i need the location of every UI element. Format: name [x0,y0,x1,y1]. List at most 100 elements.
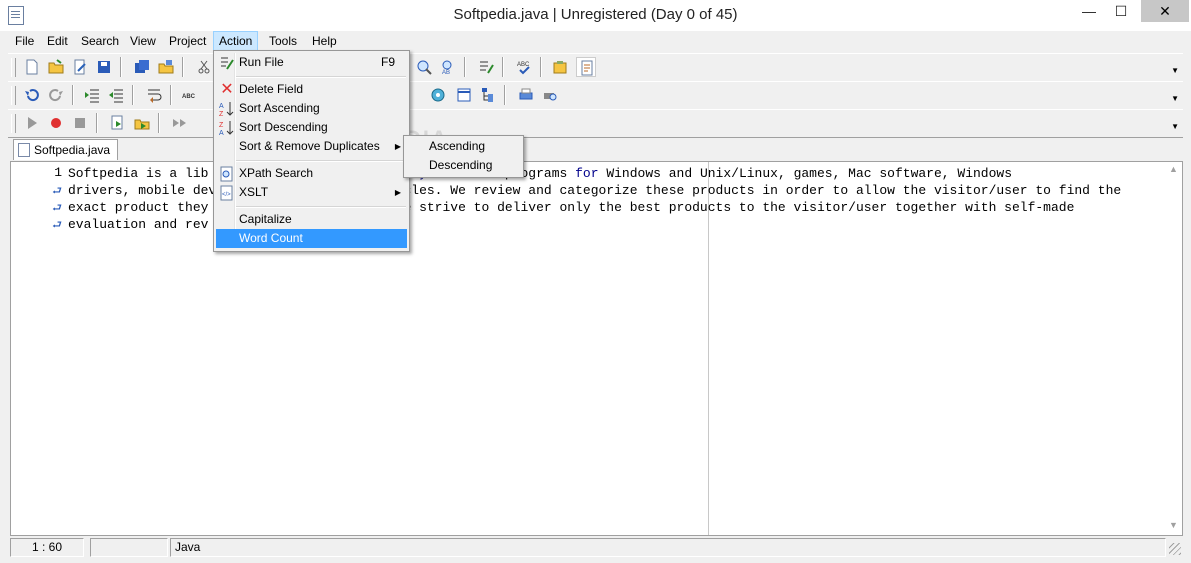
status-bar: 1 : 60 Java [8,537,1183,557]
toolbar-separator [72,85,74,105]
menu-help[interactable]: Help [307,32,342,50]
find-replace-icon[interactable]: AB [438,57,458,77]
line-gutter: 1 ⮐ ⮐ ⮐ [11,162,66,535]
vertical-scrollbar[interactable]: ▲ ▼ [1165,162,1182,535]
code-editor[interactable]: 1 ⮐ ⮐ ⮐ Softpedia is a lib -try software… [10,161,1183,536]
scroll-down-icon[interactable]: ▼ [1169,520,1178,530]
print-icon[interactable] [516,85,536,105]
unindent-icon[interactable] [106,85,126,105]
toolbar-grip[interactable] [11,114,16,133]
menu-separator [236,76,406,78]
tree-icon[interactable] [478,85,498,105]
toolbar-separator [120,57,122,77]
svg-text:</>: </> [222,192,231,198]
menu-file[interactable]: File [10,32,39,50]
find-icon[interactable] [414,57,434,77]
columns-icon[interactable] [454,85,474,105]
sort-remove-duplicates-submenu: Ascending Descending [403,135,524,178]
run-icon[interactable] [22,113,42,133]
new-file-icon[interactable] [22,57,42,77]
toolbar-separator [540,57,542,77]
java-file-icon [18,143,30,157]
browse-icon[interactable] [428,85,448,105]
toolbar-separator [96,113,98,133]
toolbar-separator [504,85,506,105]
menu-item-sort-ascending[interactable]: AZ Sort Ascending [216,99,407,118]
redo-icon[interactable] [46,85,66,105]
close-button[interactable]: ✕ [1141,0,1189,22]
svg-text:AB: AB [442,70,450,75]
toolbar-grip[interactable] [11,86,16,105]
tab-label: Softpedia.java [34,143,111,157]
menu-item-xpath-search[interactable]: XPath Search [216,164,407,183]
format-icon[interactable] [476,57,496,77]
toolbar-separator [132,85,134,105]
xpath-search-icon [219,166,235,182]
cut-icon[interactable] [194,57,214,77]
open-project-icon[interactable] [156,57,176,77]
compile-icon[interactable] [108,113,128,133]
menu-item-sort-remove-duplicates[interactable]: Sort & Remove Duplicates ▶ [216,137,407,156]
edit-file-icon[interactable] [70,57,90,77]
minimize-button[interactable]: — [1074,0,1104,22]
svg-text:A: A [219,103,224,110]
sort-ascending-icon: AZ [219,101,235,118]
build-icon[interactable] [132,113,152,133]
menu-separator [236,160,406,162]
tab-softpedia-java[interactable]: Softpedia.java [13,139,118,160]
toolbar-separator [182,57,184,77]
menu-tools[interactable]: Tools [264,32,302,50]
toolbar-separator [502,57,504,77]
toolbar-run: ▼ [8,109,1183,138]
scroll-up-icon[interactable]: ▲ [1169,164,1178,174]
stop-icon[interactable] [70,113,90,133]
submenu-item-descending[interactable]: Descending [406,156,521,175]
resize-grip[interactable] [1169,543,1181,555]
open-file-icon[interactable] [46,57,66,77]
run-file-icon [219,55,235,71]
page-setup-icon[interactable] [576,57,596,77]
save-all-icon[interactable] [132,57,152,77]
xslt-icon: </> [219,185,235,201]
spell-check-icon[interactable]: ABC [514,57,534,77]
toolbar-separator [464,57,466,77]
wrap-marker-icon: ⮐ [52,220,62,232]
save-icon[interactable] [94,57,114,77]
menu-item-xslt[interactable]: </> XSLT ▶ [216,183,407,202]
svg-text:Z: Z [219,111,224,117]
cursor-position: 1 : 60 [10,538,84,557]
menu-item-word-count[interactable]: Word Count [216,229,407,248]
submenu-arrow-icon: ▶ [394,142,401,151]
menu-action[interactable]: Action [213,31,259,51]
toolbar-chevron-down-icon[interactable]: ▼ [1171,94,1179,103]
forward-icon[interactable] [170,113,190,133]
print-preview-icon[interactable] [540,85,560,105]
options-icon[interactable] [550,57,570,77]
toolbar-chevron-down-icon[interactable]: ▼ [1171,66,1179,75]
menu-item-sort-descending[interactable]: ZA Sort Descending [216,118,407,137]
menu-item-delete-field[interactable]: ✕ Delete Field [216,80,407,99]
menu-view[interactable]: View [125,32,161,50]
svg-text:A: A [219,130,224,136]
spell-abc-icon[interactable]: ABC [180,85,200,105]
menu-separator [236,206,406,208]
toolbar-grip[interactable] [11,58,16,77]
menu-item-capitalize[interactable]: Capitalize [216,210,407,229]
toolbar-chevron-down-icon[interactable]: ▼ [1171,122,1179,131]
submenu-item-ascending[interactable]: Ascending [406,137,521,156]
maximize-button[interactable]: ☐ [1106,0,1136,22]
svg-text:Z: Z [219,122,224,129]
menu-bar: File Edit Search View Project Action Too… [8,31,1183,51]
window-title: Softpedia.java | Unregistered (Day 0 of … [453,6,738,23]
delete-field-icon: ✕ [220,81,234,98]
line-number: 1 [54,165,62,180]
indent-icon[interactable] [82,85,102,105]
menu-edit[interactable]: Edit [42,32,73,50]
submenu-arrow-icon: ▶ [394,188,401,197]
undo-icon[interactable] [22,85,42,105]
wrap-icon[interactable] [144,85,164,105]
menu-search[interactable]: Search [76,32,124,50]
menu-item-run-file[interactable]: Run File F9 [216,53,407,72]
record-icon[interactable] [46,113,66,133]
menu-project[interactable]: Project [164,32,211,50]
